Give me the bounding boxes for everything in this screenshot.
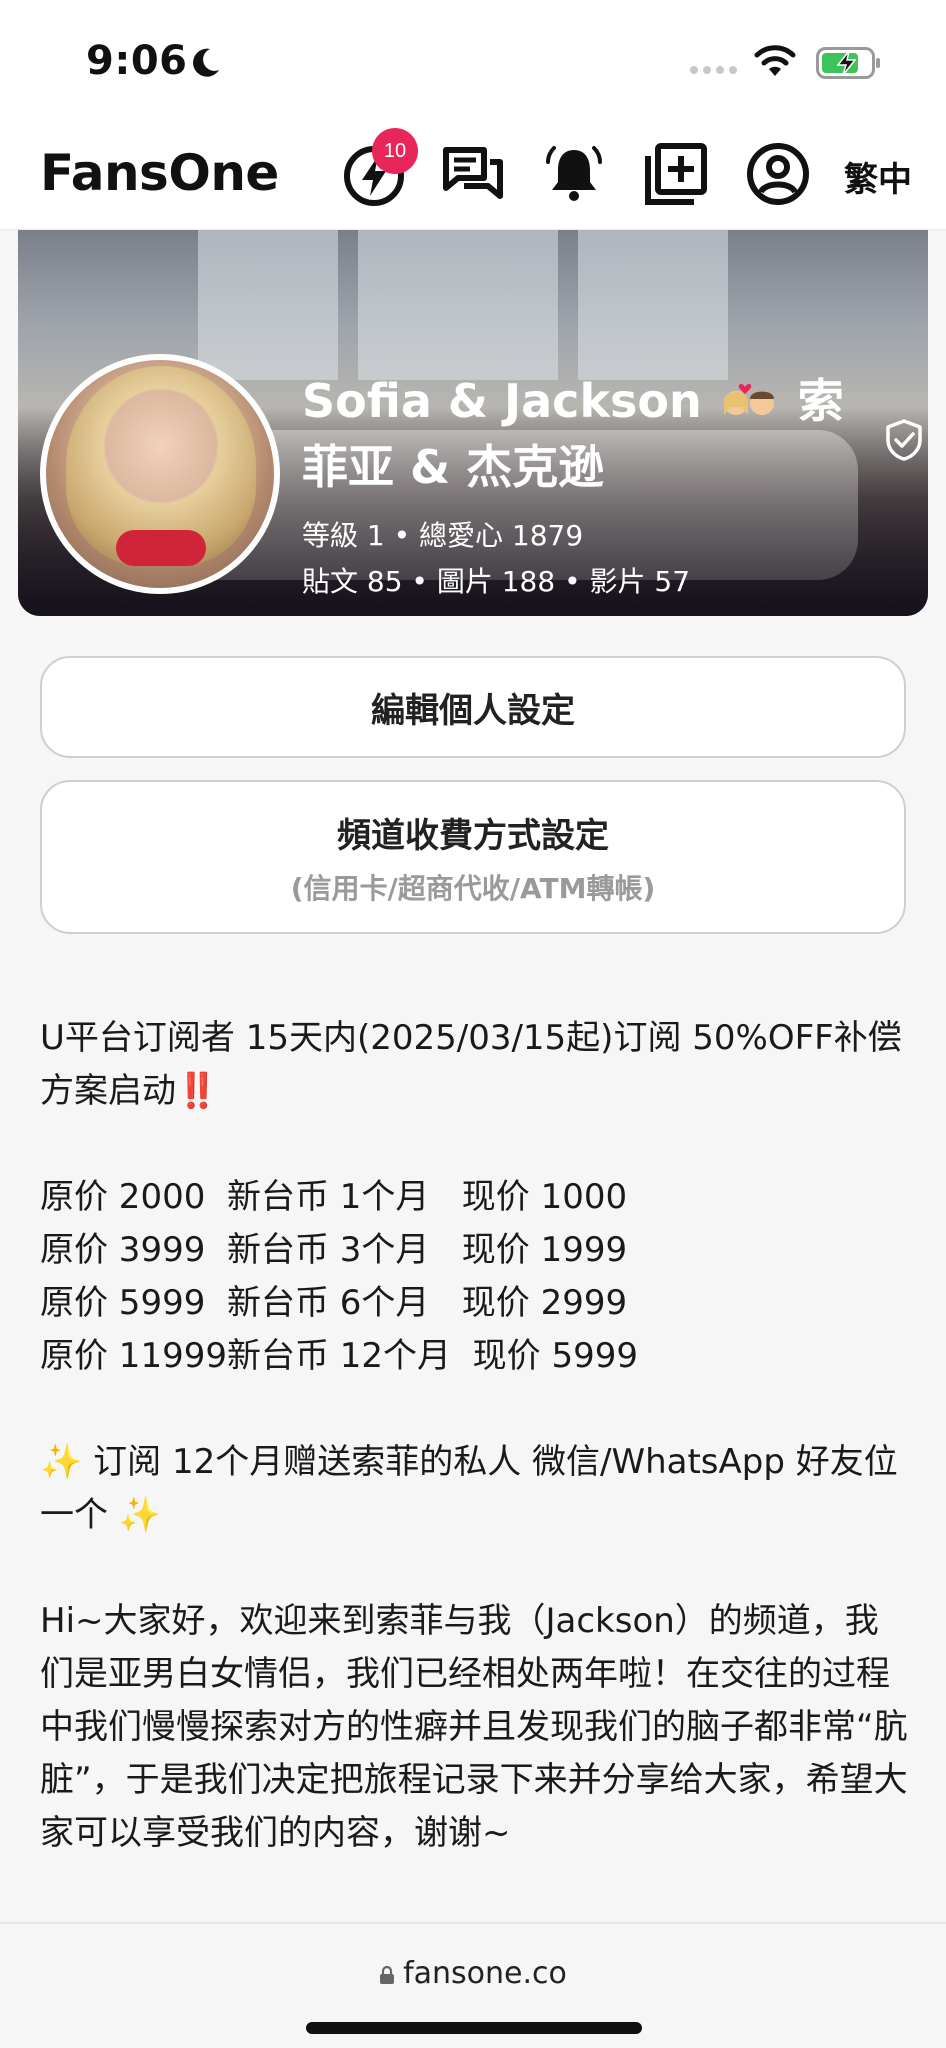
cellular-icon <box>690 66 737 74</box>
lock-icon <box>380 1965 395 1984</box>
intro-paragraph: Hi~大家好，欢迎来到索菲与我（Jackson）的频道，我们是亚男白女情侣，我们… <box>40 1601 908 1853</box>
edit-profile-label: 編輯個人設定 <box>371 690 575 731</box>
payment-settings-button[interactable]: 頻道收費方式設定 (信用卡/超商代收/ATM轉帳) <box>40 780 906 934</box>
profile-name: Sofia & Jackson 索菲亚 & 杰克逊 <box>302 368 862 500</box>
price-line: 原价 5999 新台币 6个月 现价 2999 <box>40 1283 628 1323</box>
promo-line: U平台订阅者 15天内(2025/03/15起)订阅 50%OFF补偿方案启动‼… <box>40 1018 902 1111</box>
bonus-line: ✨ 订阅 12个月赠送索菲的私人 微信/WhatsApp 好友位一个 ✨ <box>40 1442 898 1535</box>
fansone-logo[interactable]: FansOne <box>40 144 279 202</box>
bell-icon[interactable] <box>540 140 608 208</box>
chat-icon[interactable] <box>440 140 508 208</box>
browser-footer: fansone.co <box>0 1922 946 2048</box>
profile-avatar[interactable] <box>40 354 280 594</box>
add-post-icon[interactable] <box>642 140 710 208</box>
moon-icon <box>193 48 219 77</box>
status-bar: 9:06 <box>0 0 946 118</box>
channel-description: U平台订阅者 15天内(2025/03/15起)订阅 50%OFF补偿方案启动‼… <box>40 1012 910 1860</box>
account-icon[interactable] <box>744 140 812 208</box>
couple-kiss-emoji-icon <box>723 383 774 415</box>
price-line: 原价 2000 新台币 1个月 现价 1000 <box>40 1177 628 1217</box>
payment-settings-sublabel: (信用卡/超商代收/ATM轉帳) <box>290 871 656 905</box>
price-line: 原价 11999新台币 12个月 现价 5999 <box>40 1336 638 1376</box>
wifi-icon <box>754 45 796 76</box>
profile-level-likes: 等級 1 • 總愛心 1879 <box>302 519 584 552</box>
url-text: fansone.co <box>403 1956 567 1991</box>
notification-count-badge: 10 <box>372 128 418 174</box>
price-line: 原价 3999 新台币 3个月 现价 1999 <box>40 1230 628 1270</box>
profile-media-counts: 貼文 85 • 圖片 188 • 影片 57 <box>302 565 691 598</box>
edit-profile-button[interactable]: 編輯個人設定 <box>40 656 906 758</box>
top-nav: FansOne 10 繁中 <box>0 118 946 230</box>
language-switch[interactable]: 繁中 <box>844 152 912 201</box>
profile-name-en: Sofia & Jackson <box>302 374 702 428</box>
payment-settings-label: 頻道收費方式設定 <box>337 815 609 856</box>
url-bar[interactable]: fansone.co <box>0 1956 946 1991</box>
home-indicator[interactable] <box>306 2022 642 2034</box>
verified-shield-icon <box>886 419 922 461</box>
status-time: 9:06 <box>86 38 188 84</box>
battery-charging-icon <box>816 47 880 79</box>
